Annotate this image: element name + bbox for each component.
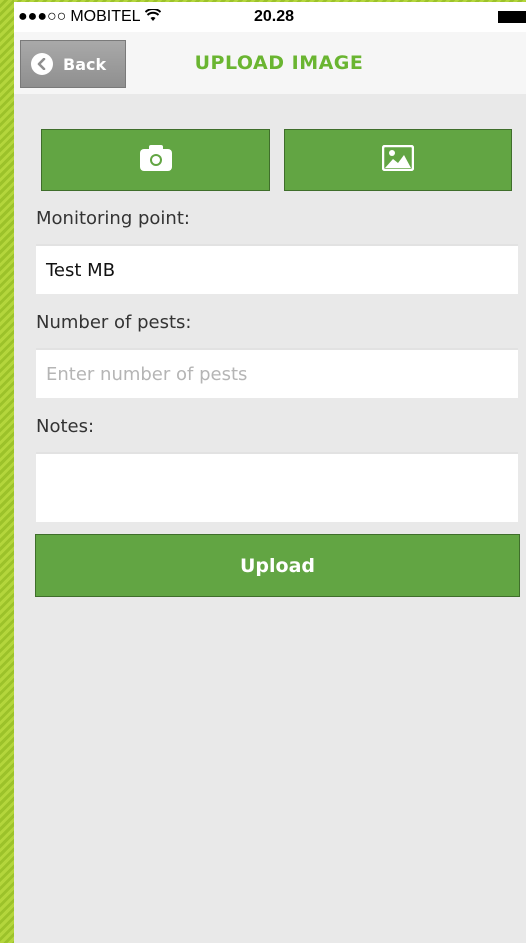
upload-button[interactable]: Upload [35, 534, 520, 597]
notes-textarea[interactable] [36, 452, 518, 522]
image-icon [381, 144, 415, 175]
carrier-name: MOBITEL [70, 8, 141, 25]
left-stripe-decoration [0, 0, 14, 943]
back-button[interactable]: Back [20, 40, 126, 88]
monitoring-point-label: Monitoring point: [36, 208, 190, 229]
wifi-icon [144, 7, 161, 26]
battery-icon [498, 11, 526, 23]
choose-image-button[interactable] [284, 129, 512, 191]
status-time: 20.28 [254, 8, 295, 25]
status-left: ●●●○○ MOBITEL [18, 7, 161, 26]
app-screen: ●●●○○ MOBITEL 20.28 Back UPLOAD IMAGE Mo… [14, 2, 526, 943]
back-button-label: Back [63, 54, 107, 74]
signal-strength: ●●●○○ [18, 8, 67, 25]
notes-label: Notes: [36, 416, 95, 437]
monitoring-point-field[interactable]: Test MB [36, 244, 518, 294]
number-of-pests-input[interactable]: Enter number of pests [36, 348, 518, 398]
number-of-pests-label: Number of pests: [36, 312, 192, 333]
status-bar: ●●●○○ MOBITEL 20.28 [14, 2, 526, 32]
take-photo-button[interactable] [41, 129, 270, 191]
nav-bar: Back UPLOAD IMAGE [14, 32, 526, 94]
camera-icon [139, 144, 173, 176]
chevron-left-icon [31, 53, 53, 75]
page-title: UPLOAD IMAGE [194, 52, 364, 74]
